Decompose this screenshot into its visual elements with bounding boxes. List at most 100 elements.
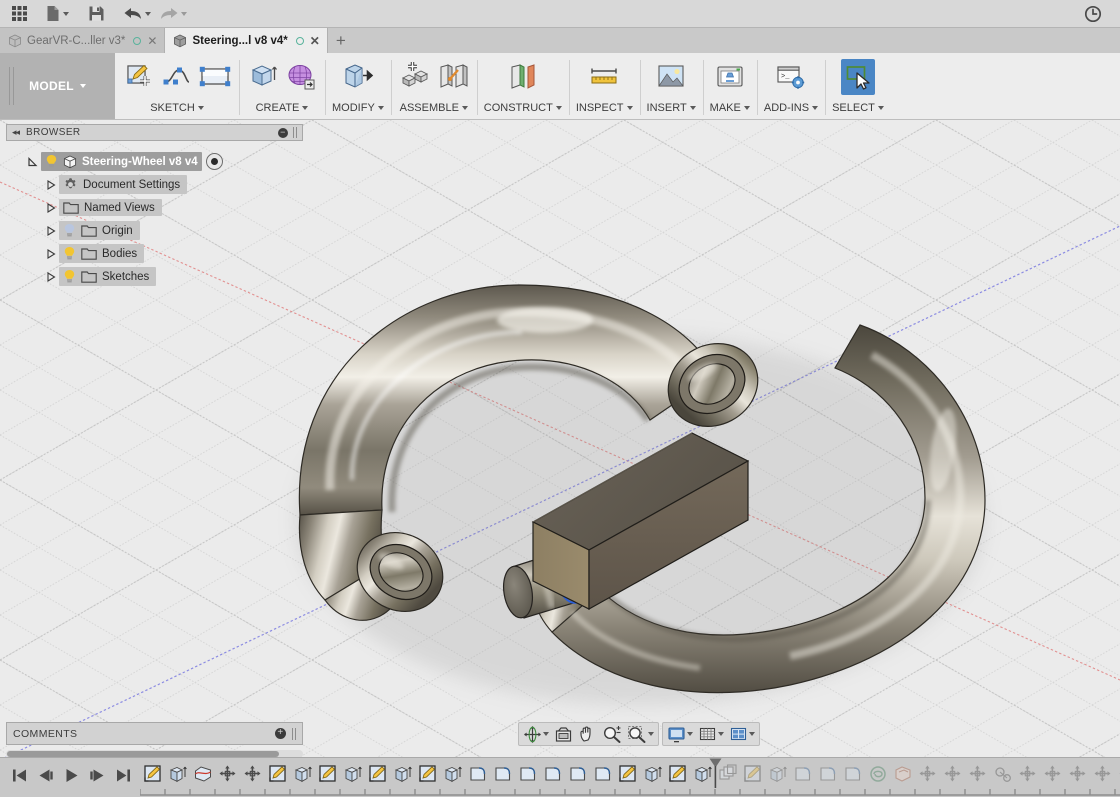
timeline-feature-24[interactable] (740, 761, 765, 787)
timeline-feature-26[interactable] (790, 761, 815, 787)
timeline-feature-8[interactable] (340, 761, 365, 787)
tree-row-bodies[interactable]: Bodies (6, 242, 303, 265)
inspect-caret-icon[interactable] (626, 106, 633, 110)
timeline-feature-25[interactable] (765, 761, 790, 787)
timeline-feature-35[interactable] (1015, 761, 1040, 787)
orbit-caret-icon[interactable] (543, 732, 549, 736)
activate-component-radio[interactable] (205, 153, 223, 170)
new-component-icon[interactable] (398, 59, 432, 95)
tree-chip-bodies[interactable]: Bodies (59, 244, 145, 263)
timeline-feature-2[interactable] (190, 761, 215, 787)
ribbon-group-construct-label[interactable]: CONSTRUCT (484, 102, 562, 114)
fit-icon[interactable] (625, 724, 656, 744)
comments-resize-grip[interactable] (292, 727, 296, 740)
tree-chip-document-settings[interactable]: Document Settings (59, 175, 188, 194)
file-caret-icon[interactable] (63, 11, 69, 16)
browser-resize-grip[interactable] (293, 127, 297, 138)
timeline-feature-1[interactable] (165, 761, 190, 787)
display-settings-icon[interactable] (665, 724, 695, 744)
redo-icon[interactable] (155, 2, 191, 26)
timeline-feature-18[interactable] (590, 761, 615, 787)
tree-chip-named-views[interactable]: Named Views (59, 199, 162, 216)
lightbulb-off-icon[interactable] (63, 223, 76, 238)
ribbon-group-create-label[interactable]: CREATE (256, 102, 309, 114)
timeline-feature-6[interactable] (290, 761, 315, 787)
timeline-feature-12[interactable] (440, 761, 465, 787)
timeline-feature-20[interactable] (640, 761, 665, 787)
timeline-feature-27[interactable] (815, 761, 840, 787)
3d-print-icon[interactable] (713, 59, 747, 95)
timeline-step-forward-button[interactable] (84, 763, 110, 787)
tree-chip-origin[interactable]: Origin (59, 221, 140, 240)
timeline-feature-31[interactable] (915, 761, 940, 787)
joint-icon[interactable] (436, 59, 470, 95)
press-pull-icon[interactable] (341, 59, 375, 95)
timeline-begin-button[interactable] (6, 763, 32, 787)
timeline-feature-7[interactable] (315, 761, 340, 787)
timeline-end-button[interactable] (110, 763, 136, 787)
file-icon[interactable] (42, 2, 73, 26)
timeline-marker[interactable] (709, 758, 722, 788)
timeline-feature-34[interactable] (990, 761, 1015, 787)
timeline-feature-39[interactable] (1115, 761, 1120, 787)
redo-caret-icon[interactable] (181, 11, 187, 16)
undo-icon[interactable] (119, 2, 155, 26)
expand-triangle-icon[interactable] (42, 202, 59, 213)
viewports-icon[interactable] (727, 724, 757, 744)
timeline-feature-17[interactable] (565, 761, 590, 787)
timeline-feature-21[interactable] (665, 761, 690, 787)
expand-triangle-icon[interactable] (42, 225, 59, 236)
new-tab-button[interactable]: + (328, 28, 354, 53)
undo-caret-icon[interactable] (145, 11, 151, 16)
grid-caret-icon[interactable] (718, 732, 724, 736)
timeline-feature-3[interactable] (215, 761, 240, 787)
timeline-feature-16[interactable] (540, 761, 565, 787)
offset-plane-icon[interactable] (506, 59, 540, 95)
ribbon-group-sketch-label[interactable]: SKETCH (150, 102, 204, 114)
addins-caret-icon[interactable] (812, 106, 819, 110)
ribbon-group-modify-label[interactable]: MODIFY (332, 102, 384, 114)
timeline-feature-30[interactable] (890, 761, 915, 787)
ribbon-group-make-label[interactable]: MAKE (710, 102, 750, 114)
spline-icon[interactable] (160, 59, 194, 95)
create-form-icon[interactable] (284, 59, 318, 95)
viewports-caret-icon[interactable] (749, 732, 755, 736)
app-grid-icon[interactable] (6, 2, 32, 26)
timeline-feature-32[interactable] (940, 761, 965, 787)
make-caret-icon[interactable] (743, 106, 750, 110)
document-tab-1[interactable]: Steering...l v8 v4* ✕ (165, 28, 328, 53)
timeline-feature-13[interactable] (465, 761, 490, 787)
tree-row-sketches[interactable]: Sketches (6, 265, 303, 288)
select-tool-icon[interactable] (840, 59, 875, 95)
rectangle-icon[interactable] (198, 59, 232, 95)
browser-minimize-icon[interactable]: − (278, 127, 288, 138)
workspace-switcher[interactable]: MODEL (0, 53, 115, 119)
workspace-caret-icon[interactable] (79, 84, 86, 88)
look-at-icon[interactable] (552, 724, 575, 744)
timeline-feature-33[interactable] (965, 761, 990, 787)
tree-row-root[interactable]: Steering-Wheel v8 v4 (6, 150, 303, 173)
timeline-feature-15[interactable] (515, 761, 540, 787)
expand-triangle-icon[interactable] (42, 179, 59, 190)
timeline-feature-37[interactable] (1065, 761, 1090, 787)
history-clock-icon[interactable] (1080, 2, 1106, 26)
pan-icon[interactable] (576, 724, 599, 744)
timeline-feature-0[interactable] (140, 761, 165, 787)
timeline-feature-38[interactable] (1090, 761, 1115, 787)
ribbon-group-assemble-label[interactable]: ASSEMBLE (400, 102, 468, 114)
add-comment-icon[interactable]: + (275, 728, 286, 739)
timeline-feature-29[interactable] (865, 761, 890, 787)
timeline-play-button[interactable] (58, 763, 84, 787)
save-icon[interactable] (83, 2, 109, 26)
ribbon-group-insert-label[interactable]: INSERT (647, 102, 696, 114)
scripts-addins-icon[interactable]: >_ (774, 59, 808, 95)
sketch-caret-icon[interactable] (197, 106, 204, 110)
tree-chip-root[interactable]: Steering-Wheel v8 v4 (41, 152, 202, 171)
lightbulb-on-icon[interactable] (63, 246, 76, 261)
assemble-caret-icon[interactable] (461, 106, 468, 110)
timeline-feature-9[interactable] (365, 761, 390, 787)
display-caret-icon[interactable] (687, 732, 693, 736)
timeline-feature-28[interactable] (840, 761, 865, 787)
document-tab-0[interactable]: GearVR-C...ller v3* ✕ (0, 28, 166, 53)
lightbulb-on-icon[interactable] (45, 154, 58, 169)
